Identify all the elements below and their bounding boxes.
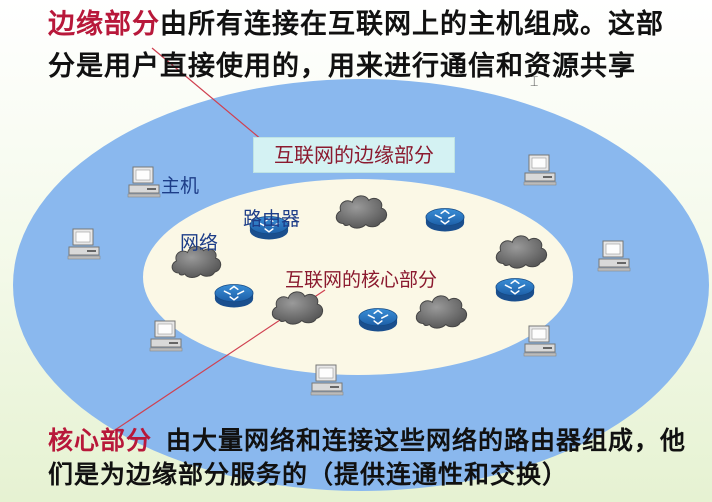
network-label: 网络: [180, 232, 219, 254]
edge-title-box: 互联网的边缘部分: [253, 137, 455, 173]
router-icon: [358, 307, 398, 333]
text-cursor-icon: ⌶: [530, 74, 539, 90]
router-label: 路由器: [243, 208, 301, 230]
edge-description: 边缘部分由所有连接在互联网上的主机组成。这部分是用户直接使用的，用来进行通信和资…: [48, 4, 678, 88]
router-icon: [425, 207, 465, 233]
edge-term: 边缘部分: [48, 9, 160, 40]
router-icon: [214, 283, 254, 309]
core-title: 互联网的核心部分: [285, 269, 438, 291]
host-label: 主机: [161, 175, 200, 197]
core-term: 核心部分: [48, 426, 153, 455]
router-icon: [495, 277, 535, 303]
core-description: 核心部分 由大量网络和连接这些网络的路由器组成，他们是为边缘部分服务的（提供连通性…: [48, 424, 698, 492]
